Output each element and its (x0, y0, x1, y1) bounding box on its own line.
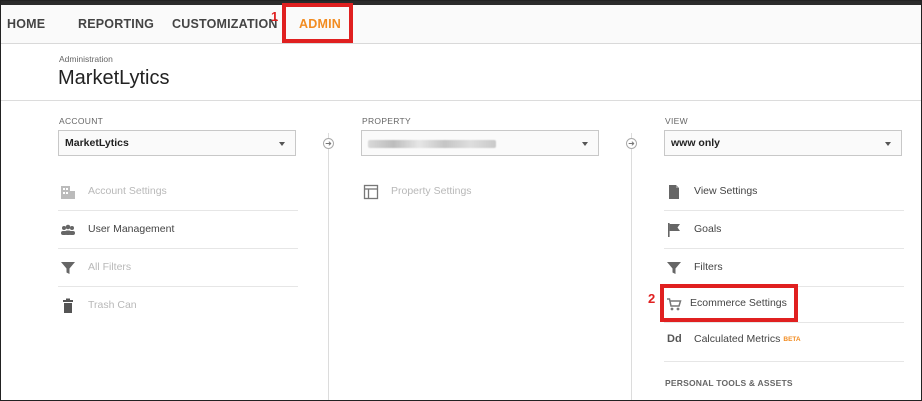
building-icon (61, 186, 75, 199)
menu-item-user-management[interactable]: User Management (58, 211, 298, 249)
menu-item-label: All Filters (88, 261, 132, 273)
nav-customization[interactable]: CUSTOMIZATION (172, 5, 278, 43)
chevron-down-icon (885, 142, 891, 146)
section-divider (664, 361, 904, 362)
beta-badge: BETA (783, 336, 801, 343)
nav-home[interactable]: HOME (7, 5, 45, 43)
property-column-label: PROPERTY (362, 116, 412, 126)
view-select[interactable]: www only (664, 130, 902, 156)
flag-icon (668, 223, 680, 237)
menu-item-label: Account Settings (88, 185, 167, 197)
menu-item-view-settings[interactable]: View Settings (664, 173, 904, 211)
property-settings-icon (363, 184, 379, 200)
column-divider (631, 133, 632, 400)
app-frame: HOME REPORTING CUSTOMIZATION ADMIN Admin… (0, 0, 922, 401)
property-selected-value-blurred (368, 140, 496, 148)
trash-icon (63, 298, 73, 313)
dd-icon: Dd (667, 333, 682, 345)
filter-icon (667, 262, 681, 274)
menu-item-all-filters[interactable]: All Filters (58, 249, 298, 287)
users-icon (61, 224, 75, 235)
column-divider (328, 133, 329, 400)
annotation-box-ecommerce (660, 284, 798, 322)
menu-item-label: Trash Can (88, 299, 137, 311)
account-column-label: ACCOUNT (59, 116, 104, 126)
annotation-number-2: 2 (648, 291, 656, 306)
view-column-label: VIEW (665, 116, 688, 126)
filter-icon (61, 262, 75, 274)
annotation-number-1: 1 (271, 9, 279, 24)
breadcrumb: Administration (59, 54, 113, 64)
menu-item-filters[interactable]: Filters (664, 249, 904, 287)
document-icon (669, 185, 679, 199)
menu-item-label: Property Settings (391, 185, 472, 197)
menu-item-calculated-metrics[interactable]: Dd Calculated Metrics BETA (664, 321, 904, 359)
page-header: Administration MarketLytics (1, 44, 921, 101)
section-heading-personal-tools: PERSONAL TOOLS & ASSETS (665, 378, 793, 388)
arrow-right-icon: ➜ (323, 138, 334, 149)
menu-item-label: User Management (88, 223, 175, 235)
menu-item-account-settings[interactable]: Account Settings (58, 173, 298, 211)
account-select[interactable]: MarketLytics (58, 130, 296, 156)
menu-item-label: Filters (694, 261, 723, 273)
menu-item-trash-can[interactable]: Trash Can (58, 287, 298, 325)
page-title: MarketLytics (58, 67, 170, 89)
menu-item-label: Goals (694, 223, 722, 235)
chevron-down-icon (582, 142, 588, 146)
menu-item-label: Calculated Metrics BETA (694, 333, 801, 345)
annotation-box-admin (282, 3, 353, 43)
top-nav: HOME REPORTING CUSTOMIZATION ADMIN (1, 5, 921, 44)
menu-item-property-settings[interactable]: Property Settings (361, 173, 601, 211)
view-selected-value: www only (671, 137, 721, 149)
menu-item-goals[interactable]: Goals (664, 211, 904, 249)
menu-item-label: View Settings (694, 185, 758, 197)
nav-reporting[interactable]: REPORTING (78, 5, 154, 43)
chevron-down-icon (279, 142, 285, 146)
property-select[interactable] (361, 130, 599, 156)
calculated-metrics-text: Calculated Metrics (694, 333, 781, 345)
arrow-right-icon: ➜ (626, 138, 637, 149)
account-selected-value: MarketLytics (65, 137, 129, 149)
